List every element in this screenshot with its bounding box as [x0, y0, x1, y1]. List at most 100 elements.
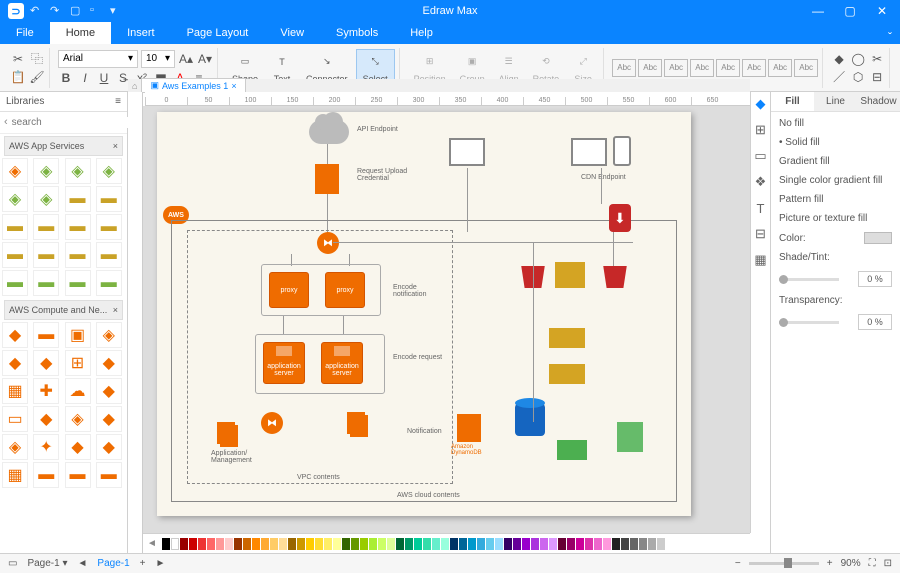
color-swatch[interactable]: [459, 538, 467, 550]
shape-item[interactable]: ⊞: [65, 350, 91, 376]
color-swatch[interactable]: [369, 538, 377, 550]
dynamodb-shape[interactable]: [457, 414, 481, 442]
monitor-shape[interactable]: [571, 138, 607, 166]
copy-icon[interactable]: ⿻: [29, 51, 45, 67]
color-swatch[interactable]: [423, 538, 431, 550]
style-preset[interactable]: Abc: [638, 59, 662, 77]
shape-item[interactable]: ▬: [96, 186, 122, 212]
color-swatch[interactable]: [450, 538, 458, 550]
image-panel-icon[interactable]: ▦: [753, 252, 769, 268]
color-swatch[interactable]: [486, 538, 494, 550]
layers-panel-icon[interactable]: ❖: [753, 174, 769, 190]
bold-icon[interactable]: B: [58, 70, 74, 86]
crop-icon[interactable]: ✂: [869, 51, 885, 67]
color-swatch[interactable]: [189, 538, 197, 550]
shape-item[interactable]: ▬: [33, 462, 59, 488]
color-swatch[interactable]: [657, 538, 665, 550]
color-swatch[interactable]: [495, 538, 503, 550]
shade-value[interactable]: 0 %: [858, 271, 892, 287]
italic-icon[interactable]: I: [77, 70, 93, 86]
cut-icon[interactable]: ✂: [10, 51, 26, 67]
tool-tools[interactable]: ⊞Tools: [894, 50, 900, 86]
menu-page-layout[interactable]: Page Layout: [171, 22, 265, 44]
phone-shape[interactable]: [613, 136, 631, 166]
page-tab[interactable]: Page-1: [97, 558, 129, 569]
library-category[interactable]: AWS Compute and Ne...×: [4, 300, 123, 320]
new-icon[interactable]: ▢: [70, 4, 84, 18]
shape-item[interactable]: ▣: [65, 322, 91, 348]
arrange-icon[interactable]: ⊟: [869, 69, 885, 85]
transparency-slider[interactable]: [779, 321, 839, 324]
color-swatch[interactable]: [603, 538, 611, 550]
color-swatch[interactable]: [468, 538, 476, 550]
shape-item[interactable]: ◈: [2, 186, 28, 212]
text-panel-icon[interactable]: T: [753, 200, 769, 216]
palette-prev-icon[interactable]: ◄: [147, 538, 161, 549]
underline-icon[interactable]: U: [96, 70, 112, 86]
color-swatch[interactable]: [207, 538, 215, 550]
shape-item[interactable]: ▦: [2, 462, 28, 488]
color-swatch[interactable]: [630, 538, 638, 550]
page-panel-icon[interactable]: ▭: [753, 148, 769, 164]
next-page-icon[interactable]: ►: [156, 558, 166, 569]
shape-item[interactable]: ◆: [96, 434, 122, 460]
shape-item[interactable]: ▬: [33, 270, 59, 296]
shape-item[interactable]: ▬: [65, 270, 91, 296]
props-panel-icon[interactable]: ⊟: [753, 226, 769, 242]
color-swatch[interactable]: [540, 538, 548, 550]
shape-item[interactable]: ◆: [96, 378, 122, 404]
fill-option[interactable]: Pattern fill: [779, 194, 892, 205]
color-swatch[interactable]: [648, 538, 656, 550]
shape-item[interactable]: ◈: [2, 434, 28, 460]
redo-icon[interactable]: ↷: [50, 4, 64, 18]
document-tab[interactable]: ▣Aws Examples 1×: [141, 78, 245, 93]
shape-item[interactable]: ◆: [96, 406, 122, 432]
shape-item[interactable]: ◈: [96, 158, 122, 184]
shape-item[interactable]: ◆: [33, 406, 59, 432]
font-family-select[interactable]: Arial▾: [58, 50, 138, 68]
zoom-in-icon[interactable]: +: [827, 558, 833, 569]
color-swatch[interactable]: [198, 538, 206, 550]
close-button[interactable]: ✕: [868, 0, 896, 22]
fill-option[interactable]: Picture or texture fill: [779, 213, 892, 224]
shape-item[interactable]: ▬: [96, 214, 122, 240]
color-swatch[interactable]: [378, 538, 386, 550]
shape-item[interactable]: ◆: [33, 350, 59, 376]
color-swatch[interactable]: [414, 538, 422, 550]
style-preset[interactable]: Abc: [768, 59, 792, 77]
color-swatch[interactable]: [306, 538, 314, 550]
shape-item[interactable]: ▬: [33, 322, 59, 348]
color-swatch[interactable]: [576, 538, 584, 550]
fill-panel-icon[interactable]: ◆: [753, 96, 769, 112]
view-mode-icon[interactable]: ▭: [8, 558, 17, 569]
canvas[interactable]: API Endpoint Request Upload Credential C…: [143, 106, 750, 533]
color-swatch[interactable]: [162, 538, 170, 550]
color-swatch[interactable]: [432, 538, 440, 550]
search-input[interactable]: [12, 117, 144, 128]
appserver-shape[interactable]: application server: [321, 342, 363, 384]
zoom-value[interactable]: 90%: [841, 558, 861, 569]
grow-font-icon[interactable]: A▴: [178, 51, 194, 67]
color-swatch[interactable]: [405, 538, 413, 550]
shape-item[interactable]: ▬: [96, 462, 122, 488]
color-swatch[interactable]: [567, 538, 575, 550]
shape-item[interactable]: ▬: [65, 462, 91, 488]
shape-item[interactable]: ◆: [2, 322, 28, 348]
color-swatch[interactable]: [270, 538, 278, 550]
color-swatch[interactable]: [234, 538, 242, 550]
menu-home[interactable]: Home: [50, 22, 111, 44]
shade-slider[interactable]: [779, 278, 839, 281]
shape-item[interactable]: ▭: [2, 406, 28, 432]
style-preset[interactable]: Abc: [690, 59, 714, 77]
color-swatch[interactable]: [216, 538, 224, 550]
style-preset[interactable]: Abc: [664, 59, 688, 77]
chevron-icon[interactable]: ‹: [4, 116, 8, 130]
shape-item[interactable]: ▬: [2, 242, 28, 268]
style-preset[interactable]: Abc: [742, 59, 766, 77]
panel-tab-shadow[interactable]: Shadow: [857, 92, 900, 111]
cloud-shape[interactable]: [309, 120, 349, 144]
color-swatch[interactable]: [612, 538, 620, 550]
page[interactable]: API Endpoint Request Upload Credential C…: [157, 112, 691, 516]
undo-icon[interactable]: ↶: [30, 4, 44, 18]
color-swatch[interactable]: [360, 538, 368, 550]
